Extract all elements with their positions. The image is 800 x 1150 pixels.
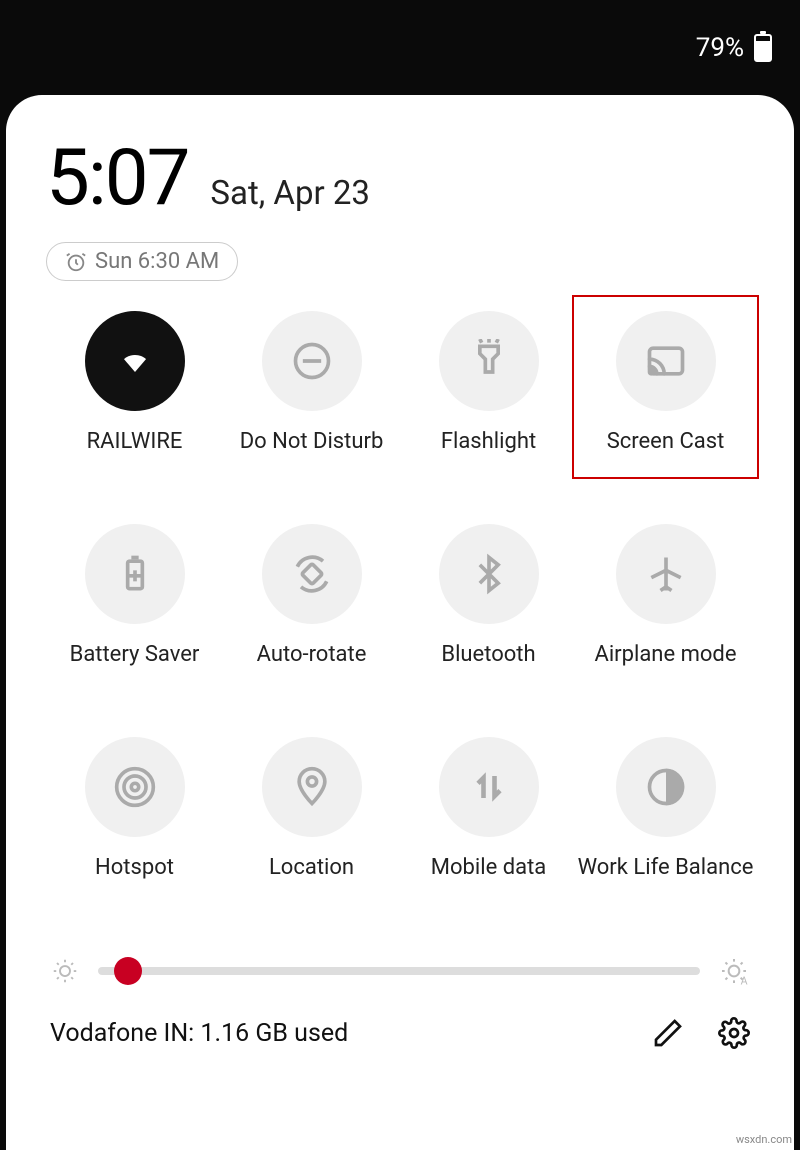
tile-work-life[interactable]: Work Life Balance [577, 737, 754, 880]
svg-text:A: A [741, 974, 748, 987]
flashlight-icon [439, 311, 539, 411]
tile-label: Battery Saver [70, 642, 200, 667]
tile-label: Bluetooth [441, 642, 535, 667]
tile-flashlight[interactable]: Flashlight [400, 311, 577, 454]
tile-battery-saver[interactable]: Battery Saver [46, 524, 223, 667]
data-usage-text[interactable]: Vodafone IN: 1.16 GB used [50, 1019, 348, 1048]
tile-label: Auto-rotate [257, 642, 367, 667]
brightness-slider[interactable] [98, 967, 700, 975]
tile-dnd[interactable]: Do Not Disturb [223, 311, 400, 454]
highlight-box [572, 295, 759, 479]
airplane-icon [616, 524, 716, 624]
tile-airplane[interactable]: Airplane mode [577, 524, 754, 667]
tile-label: Hotspot [95, 855, 174, 880]
wifi-icon [85, 311, 185, 411]
tile-label: Work Life Balance [578, 855, 754, 880]
tile-label: Location [269, 855, 354, 880]
tile-label: Flashlight [441, 429, 536, 454]
auto-rotate-icon [262, 524, 362, 624]
bluetooth-icon [439, 524, 539, 624]
tile-hotspot[interactable]: Hotspot [46, 737, 223, 880]
tile-label: Mobile data [431, 855, 546, 880]
brightness-row: A [46, 955, 754, 987]
tile-auto-rotate[interactable]: Auto-rotate [223, 524, 400, 667]
brightness-thumb[interactable] [114, 957, 142, 985]
battery-icon [754, 34, 772, 62]
hotspot-icon [85, 737, 185, 837]
footer-row: Vodafone IN: 1.16 GB used [46, 1017, 754, 1049]
tile-location[interactable]: Location [223, 737, 400, 880]
brightness-auto-icon[interactable]: A [718, 955, 750, 987]
clock-date[interactable]: Sat, Apr 23 [210, 174, 370, 213]
brightness-low-icon [50, 956, 80, 986]
tile-bluetooth[interactable]: Bluetooth [400, 524, 577, 667]
quick-settings-panel: 5:07 Sat, Apr 23 Sun 6:30 AM RAILWIRE Do… [6, 95, 794, 1150]
tile-label: Airplane mode [594, 642, 736, 667]
tile-label: RAILWIRE [87, 429, 183, 454]
mobile-data-icon [439, 737, 539, 837]
alarm-icon [65, 251, 87, 273]
time-date-row: 5:07 Sat, Apr 23 [46, 133, 754, 224]
dnd-icon [262, 311, 362, 411]
tile-mobile-data[interactable]: Mobile data [400, 737, 577, 880]
tile-label: Do Not Disturb [240, 429, 384, 454]
watermark: wsxdn.com [736, 1133, 792, 1146]
settings-icon[interactable] [718, 1017, 750, 1049]
tile-screen-cast[interactable]: Screen Cast [577, 311, 754, 454]
alarm-text: Sun 6:30 AM [95, 249, 219, 274]
alarm-chip[interactable]: Sun 6:30 AM [46, 242, 238, 281]
clock-time[interactable]: 5:07 [46, 133, 188, 224]
work-life-icon [616, 737, 716, 837]
location-icon [262, 737, 362, 837]
tiles-grid: RAILWIRE Do Not Disturb Flashlight Scree… [46, 311, 754, 880]
tile-wifi[interactable]: RAILWIRE [46, 311, 223, 454]
edit-icon[interactable] [652, 1017, 684, 1049]
battery-percent: 79% [696, 33, 744, 63]
status-bar: 79% [0, 0, 800, 95]
battery-saver-icon [85, 524, 185, 624]
